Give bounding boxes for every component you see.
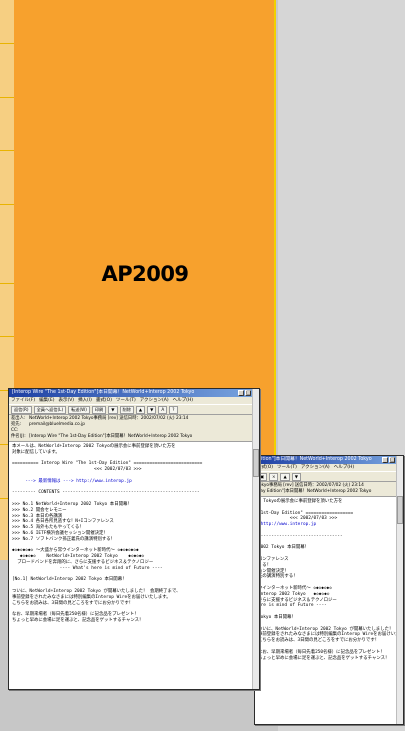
scroll-thumb[interactable] — [253, 449, 259, 477]
subject-value: Day Edition"]本日開幕！NetWorld+Interop 2002 … — [257, 489, 372, 494]
menu-item[interactable]: 挿入(I) — [78, 398, 92, 403]
menu-item[interactable]: ツール(T) — [116, 398, 136, 403]
toolbar: 返信(R) 全員へ返信(L) 転送(W) 印刷 ▼ 削除 ▲ ▼ A? — [9, 404, 259, 415]
stripe-rule — [0, 43, 14, 44]
menu-item[interactable]: ツール(T) — [277, 465, 297, 470]
mail-headers: 差出人: NetWorld+Interop 2002 Tokyo事務局 [rev]… — [9, 415, 259, 442]
menu-item[interactable]: 表示(V) — [58, 398, 74, 403]
toolbar-button[interactable]: ▲ — [135, 405, 146, 414]
toolbar-button[interactable]: ? — [169, 405, 178, 414]
slide-title: AP2009 — [101, 262, 189, 286]
toolbar-button[interactable]: ▼ — [147, 405, 157, 414]
scroll-thumb[interactable] — [397, 496, 403, 524]
stripe-rule — [0, 283, 14, 284]
body-line: ちょっと早めに会場に足を運ぶと、記念品をゲットするチャンス！ — [258, 655, 390, 661]
minimize-button[interactable]: _ — [382, 457, 388, 463]
maximize-button[interactable]: □ — [245, 390, 251, 396]
body-line: こちらをお読みは、3日間の見どころをすでにお分かりです！ — [258, 638, 380, 644]
stripe-rule — [0, 150, 14, 151]
toolbar-button[interactable]: ▼ — [108, 405, 118, 414]
toolbar-button[interactable]: 返信(R) — [11, 405, 32, 414]
stripe-rule — [0, 97, 14, 98]
toolbar-button[interactable]: 削除 — [119, 405, 134, 414]
menu-item[interactable]: アクション(A) — [140, 398, 169, 403]
toolbar-button[interactable]: 全員へ返信(L) — [33, 405, 67, 414]
menu-item[interactable]: ファイル(F) — [11, 398, 35, 403]
body-line: なお、早期来場者（毎日先着250名様）に記念品をプレゼント！ — [258, 649, 385, 655]
window-titlebar[interactable]: [Interop Wire "The 1st-Day Edition"]本日開幕… — [9, 389, 259, 397]
menu-item[interactable]: ヘルプ(H) — [173, 398, 193, 403]
stripe-rule — [0, 204, 14, 205]
mail-body[interactable]: 2 Tokyoの展示会に事前登録を頂いた方を 1st-Day Edition" … — [255, 497, 403, 663]
window-title: dition"]本日開幕！NetWorld+Interop 2002 Tokyo — [258, 457, 372, 462]
menu-item[interactable]: ヘルプ(H) — [334, 465, 354, 470]
delete-icon[interactable]: × — [268, 472, 279, 481]
mail-headers: Tokyo事務局 [rev] 送信日時：2002/07/02 (火) 23:14… — [255, 482, 403, 497]
mail-window-back[interactable]: dition"]本日開幕！NetWorld+Interop 2002 Tokyo… — [254, 455, 404, 725]
menu-item[interactable]: アクション(A) — [301, 465, 330, 470]
window-title: [Interop Wire "The 1st-Day Edition"]本日開幕… — [12, 390, 195, 395]
mail-body[interactable]: 本メールは、NetWorld+Interop 2002 Tokyoの展示会に事前… — [9, 442, 259, 626]
body-line: ちょっと早めに会場に足を運ぶと、記念品をゲットするチャンス！ — [12, 617, 144, 623]
toolbar: ▣ × ▲ ▼ — [255, 471, 403, 482]
mail-window-front[interactable]: [Interop Wire "The 1st-Day Edition"]本日開幕… — [8, 388, 260, 690]
down-icon[interactable]: ▼ — [291, 472, 301, 481]
window-titlebar[interactable]: dition"]本日開幕！NetWorld+Interop 2002 Tokyo… — [255, 456, 403, 464]
minimize-button[interactable]: _ — [238, 390, 244, 396]
menu-item[interactable]: 編集(E) — [39, 398, 54, 403]
scrollbar[interactable] — [252, 389, 259, 689]
to-value: premail@bluelmedia.co.jp — [29, 422, 85, 427]
subject-label: 件名(J): — [11, 434, 26, 439]
up-icon[interactable]: ▲ — [280, 472, 290, 481]
menu-bar: 書式(O) ツール(T) アクション(A) ヘルプ(H) — [255, 464, 403, 471]
toolbar-button[interactable]: 印刷 — [91, 405, 107, 414]
scrollbar[interactable] — [396, 456, 403, 724]
stripe-rule — [0, 336, 14, 337]
menu-item[interactable]: 書式(O) — [96, 398, 112, 403]
toolbar-button[interactable]: A — [158, 405, 168, 414]
maximize-button[interactable]: □ — [389, 457, 395, 463]
toolbar-button[interactable]: 転送(W) — [68, 405, 90, 414]
subject-value: [Interop Wire "The 1st-Day Edition"]本日開幕… — [29, 434, 193, 439]
menu-bar: ファイル(F) 編集(E) 表示(V) 挿入(I) 書式(O) ツール(T) アクション(A… — [9, 397, 259, 404]
